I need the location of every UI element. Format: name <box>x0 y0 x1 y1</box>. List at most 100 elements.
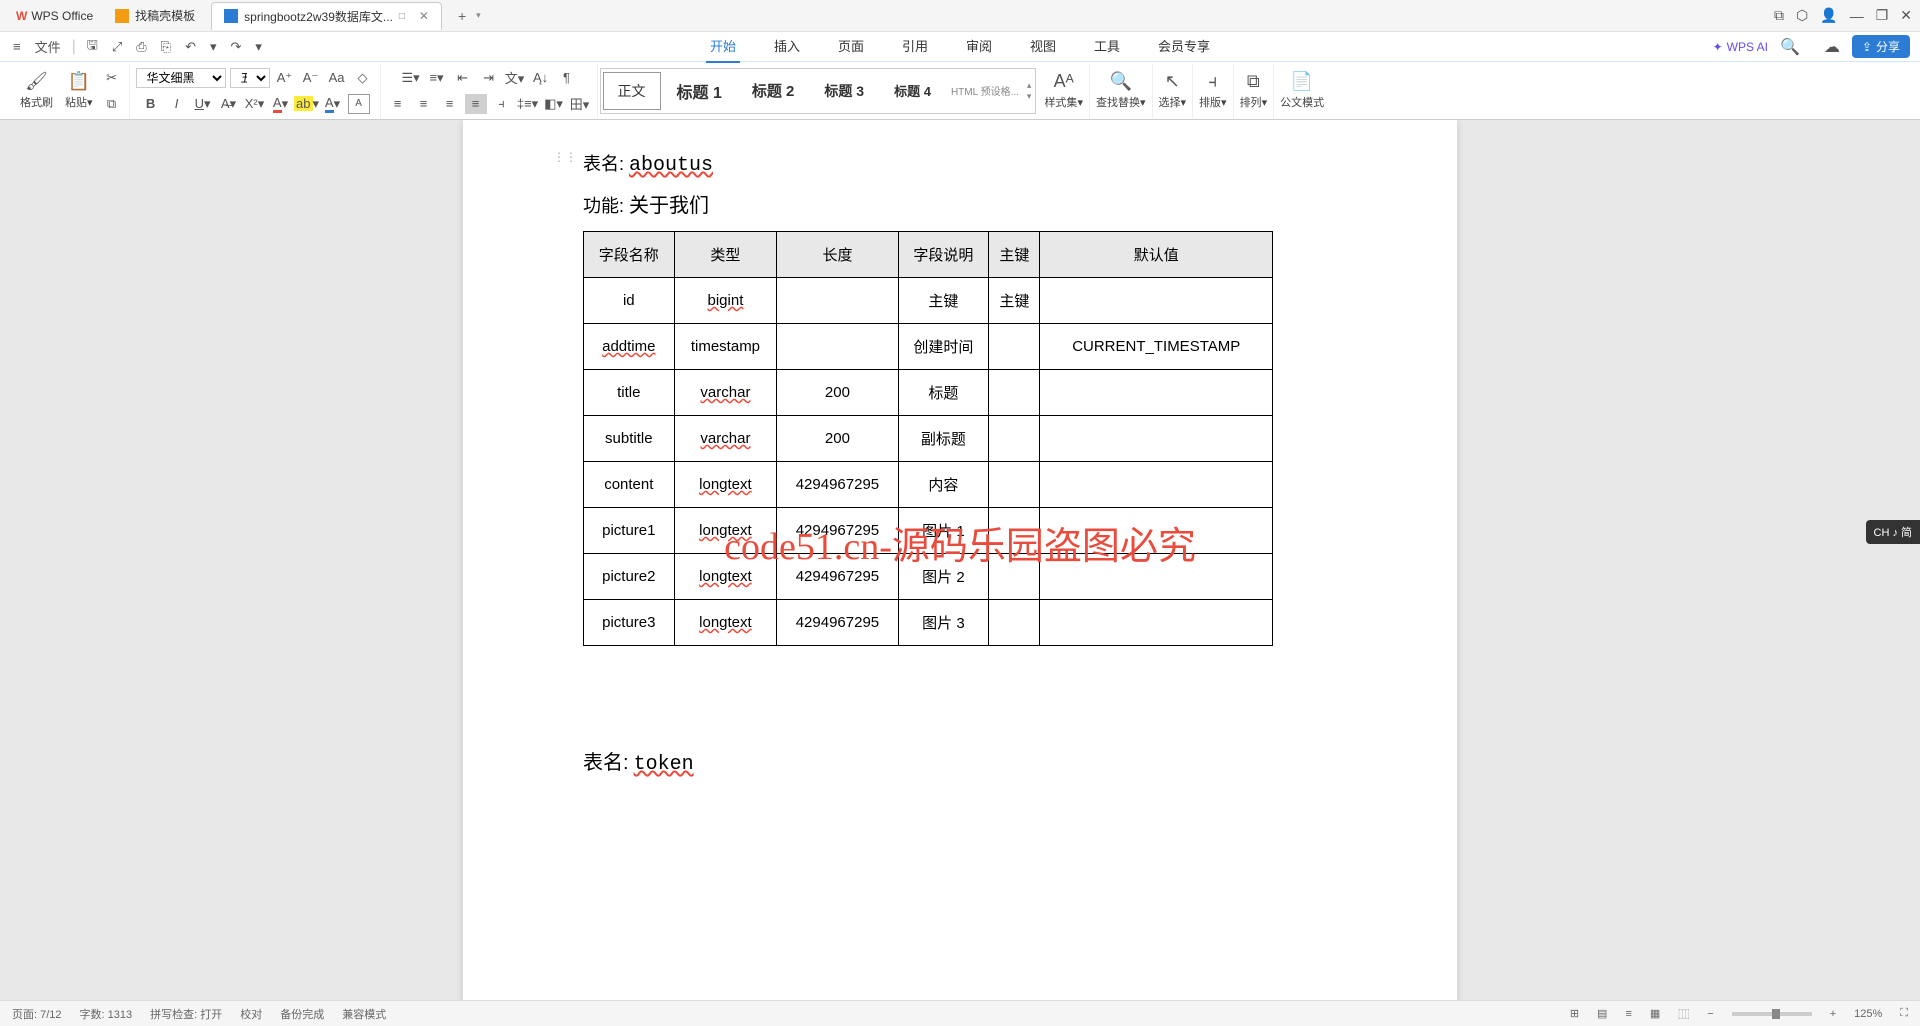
zoom-in-icon[interactable]: + <box>1830 1008 1836 1020</box>
style-scroll-down-icon[interactable]: ▾ <box>1027 91 1032 102</box>
increase-indent-icon[interactable]: ⇥ <box>478 68 500 88</box>
table-row[interactable]: title varchar 200 标题 <box>584 370 1273 416</box>
hamburger-icon[interactable]: ≡ <box>10 39 24 54</box>
font-name-select[interactable]: 华文细黑 <box>136 68 226 88</box>
minimize-icon[interactable]: — <box>1850 8 1864 24</box>
share-button[interactable]: ⇪ 分享 <box>1852 35 1910 58</box>
bullet-list-icon[interactable]: ☰▾ <box>400 68 422 88</box>
style-heading1[interactable]: 标题 1 <box>663 71 736 111</box>
menu-references[interactable]: 引用 <box>898 30 932 63</box>
style-html-preset[interactable]: HTML 预设格... <box>947 75 1023 106</box>
menu-home[interactable]: 开始 <box>706 30 740 63</box>
find-replace-button[interactable]: 🔍 查找替换▾ <box>1090 64 1153 118</box>
menu-review[interactable]: 审阅 <box>962 30 996 63</box>
tab-template[interactable]: 找稿壳模板 <box>103 2 207 30</box>
line-spacing-icon[interactable]: ‡≡▾ <box>517 94 539 114</box>
underline-icon[interactable]: U▾ <box>192 94 214 114</box>
window-copy-icon[interactable]: ⧉ <box>1774 7 1784 24</box>
tab-document[interactable]: springbootz2w39数据库文... □ ✕ <box>211 2 442 30</box>
distribute-icon[interactable]: ⫞ <box>491 94 513 114</box>
undo-dropdown-icon[interactable]: ▾ <box>207 39 220 55</box>
menu-page[interactable]: 页面 <box>834 30 868 63</box>
decrease-indent-icon[interactable]: ⇤ <box>452 68 474 88</box>
copy-icon[interactable]: ⧉ <box>101 94 123 114</box>
save-icon[interactable]: 🖫 <box>84 36 101 58</box>
align-right-icon[interactable]: ≡ <box>439 94 461 114</box>
file-menu[interactable]: 文件 <box>32 37 64 56</box>
table-row[interactable]: picture3 longtext 4294967295 图片 3 <box>584 600 1273 646</box>
cloud-sync-icon[interactable]: ☁ <box>1824 37 1840 57</box>
tab-menu-chevron-icon[interactable]: ▾ <box>472 10 485 21</box>
status-mode[interactable]: 兼容模式 <box>342 1006 386 1022</box>
close-window-icon[interactable]: ✕ <box>1900 7 1912 24</box>
view-mode-4-icon[interactable]: ▦ <box>1650 1007 1660 1020</box>
style-heading2[interactable]: 标题 2 <box>738 72 809 109</box>
zoom-slider[interactable] <box>1732 1012 1812 1016</box>
table-row[interactable]: id bigint 主键 主键 <box>584 278 1273 324</box>
table-row[interactable]: addtime timestamp 创建时间 CURRENT_TIMESTAMP <box>584 324 1273 370</box>
table-row[interactable]: subtitle varchar 200 副标题 <box>584 416 1273 462</box>
status-proof[interactable]: 校对 <box>240 1006 262 1022</box>
fill-color-icon[interactable]: ◧▾ <box>543 94 565 114</box>
print-icon[interactable]: ⎙ <box>133 39 149 55</box>
menu-tools[interactable]: 工具 <box>1090 30 1124 63</box>
superscript-icon[interactable]: X²▾ <box>244 94 266 114</box>
drag-handle-icon[interactable]: ⋮⋮ <box>553 150 577 164</box>
highlight-icon[interactable]: ab▾ <box>296 94 318 114</box>
zoom-out-icon[interactable]: − <box>1707 1008 1713 1020</box>
number-list-icon[interactable]: ≡▾ <box>426 68 448 88</box>
redo-icon[interactable]: ↷ <box>228 39 245 55</box>
table-row[interactable]: picture1 longtext 4294967295 图片 1 <box>584 508 1273 554</box>
status-page[interactable]: 页面: 7/12 <box>12 1006 62 1022</box>
style-normal[interactable]: 正文 <box>603 72 661 110</box>
layout-h-button[interactable]: ⧉ 排列▾ <box>1234 64 1275 118</box>
wps-ai-button[interactable]: ✦ WPS AI <box>1713 40 1768 54</box>
gov-mode-button[interactable]: 📄 公文模式 <box>1274 64 1330 118</box>
border-icon[interactable]: 田▾ <box>569 94 591 114</box>
next-table-line[interactable]: 表名: token <box>583 746 1397 776</box>
window-cube-icon[interactable]: ⬡ <box>1796 7 1808 24</box>
char-border-icon[interactable]: A <box>348 94 370 114</box>
bold-icon[interactable]: B <box>140 94 162 114</box>
style-heading3[interactable]: 标题 3 <box>810 73 878 109</box>
undo-icon[interactable]: ↶ <box>182 39 199 55</box>
table-name-line[interactable]: 表名: aboutus <box>583 150 1397 177</box>
sort-icon[interactable]: Ą↓ <box>530 68 552 88</box>
menu-view[interactable]: 视图 <box>1026 30 1060 63</box>
document-area[interactable]: ⋮⋮ 表名: aboutus 功能: 关于我们 字段名称 类型 长度 字段说明 … <box>0 120 1920 1020</box>
menu-insert[interactable]: 插入 <box>770 30 804 63</box>
qat-dropdown-icon[interactable]: ▾ <box>252 39 265 55</box>
preview-icon[interactable]: ⎘ <box>158 39 174 55</box>
document-page[interactable]: ⋮⋮ 表名: aboutus 功能: 关于我们 字段名称 类型 长度 字段说明 … <box>463 120 1457 1020</box>
schema-table[interactable]: 字段名称 类型 长度 字段说明 主键 默认值 id bigint 主键 主键 a… <box>583 231 1273 646</box>
fullscreen-icon[interactable]: ⛶ <box>1900 1007 1908 1020</box>
increase-font-icon[interactable]: A⁺ <box>274 68 296 88</box>
layout-v-button[interactable]: ⫞ 排版▾ <box>1193 64 1234 118</box>
user-avatar-icon[interactable]: 👤 <box>1820 7 1837 24</box>
maximize-icon[interactable]: ❐ <box>1876 7 1889 24</box>
text-direction-icon[interactable]: 文▾ <box>504 68 526 88</box>
close-icon[interactable]: ✕ <box>419 9 429 23</box>
strikethrough-icon[interactable]: A̶▾ <box>218 94 240 114</box>
new-tab-button[interactable]: + <box>452 8 472 24</box>
justify-icon[interactable]: ≡ <box>465 94 487 114</box>
search-icon[interactable]: 🔍 <box>1780 37 1800 57</box>
status-words[interactable]: 字数: 1313 <box>80 1006 133 1022</box>
decrease-font-icon[interactable]: A⁻ <box>300 68 322 88</box>
show-marks-icon[interactable]: ¶ <box>556 68 578 88</box>
view-mode-5-icon[interactable]: ⿲ <box>1678 1006 1689 1022</box>
font-size-select[interactable]: 五号 <box>230 68 270 88</box>
style-heading4[interactable]: 标题 4 <box>880 73 945 108</box>
view-mode-2-icon[interactable]: ▤ <box>1597 1007 1607 1020</box>
view-mode-3-icon[interactable]: ≡ <box>1625 1008 1631 1020</box>
tab-pin-icon[interactable]: □ <box>399 11 405 22</box>
cut-icon[interactable]: ✂ <box>101 68 123 88</box>
function-line[interactable]: 功能: 关于我们 <box>583 189 1397 219</box>
zoom-value[interactable]: 125% <box>1854 1008 1882 1020</box>
export-icon[interactable]: ⤢ <box>109 39 125 55</box>
table-row[interactable]: content longtext 4294967295 内容 <box>584 462 1273 508</box>
style-sets-button[interactable]: Aᴬ 样式集▾ <box>1038 64 1090 118</box>
italic-icon[interactable]: I <box>166 94 188 114</box>
align-center-icon[interactable]: ≡ <box>413 94 435 114</box>
status-backup[interactable]: 备份完成 <box>280 1006 324 1022</box>
